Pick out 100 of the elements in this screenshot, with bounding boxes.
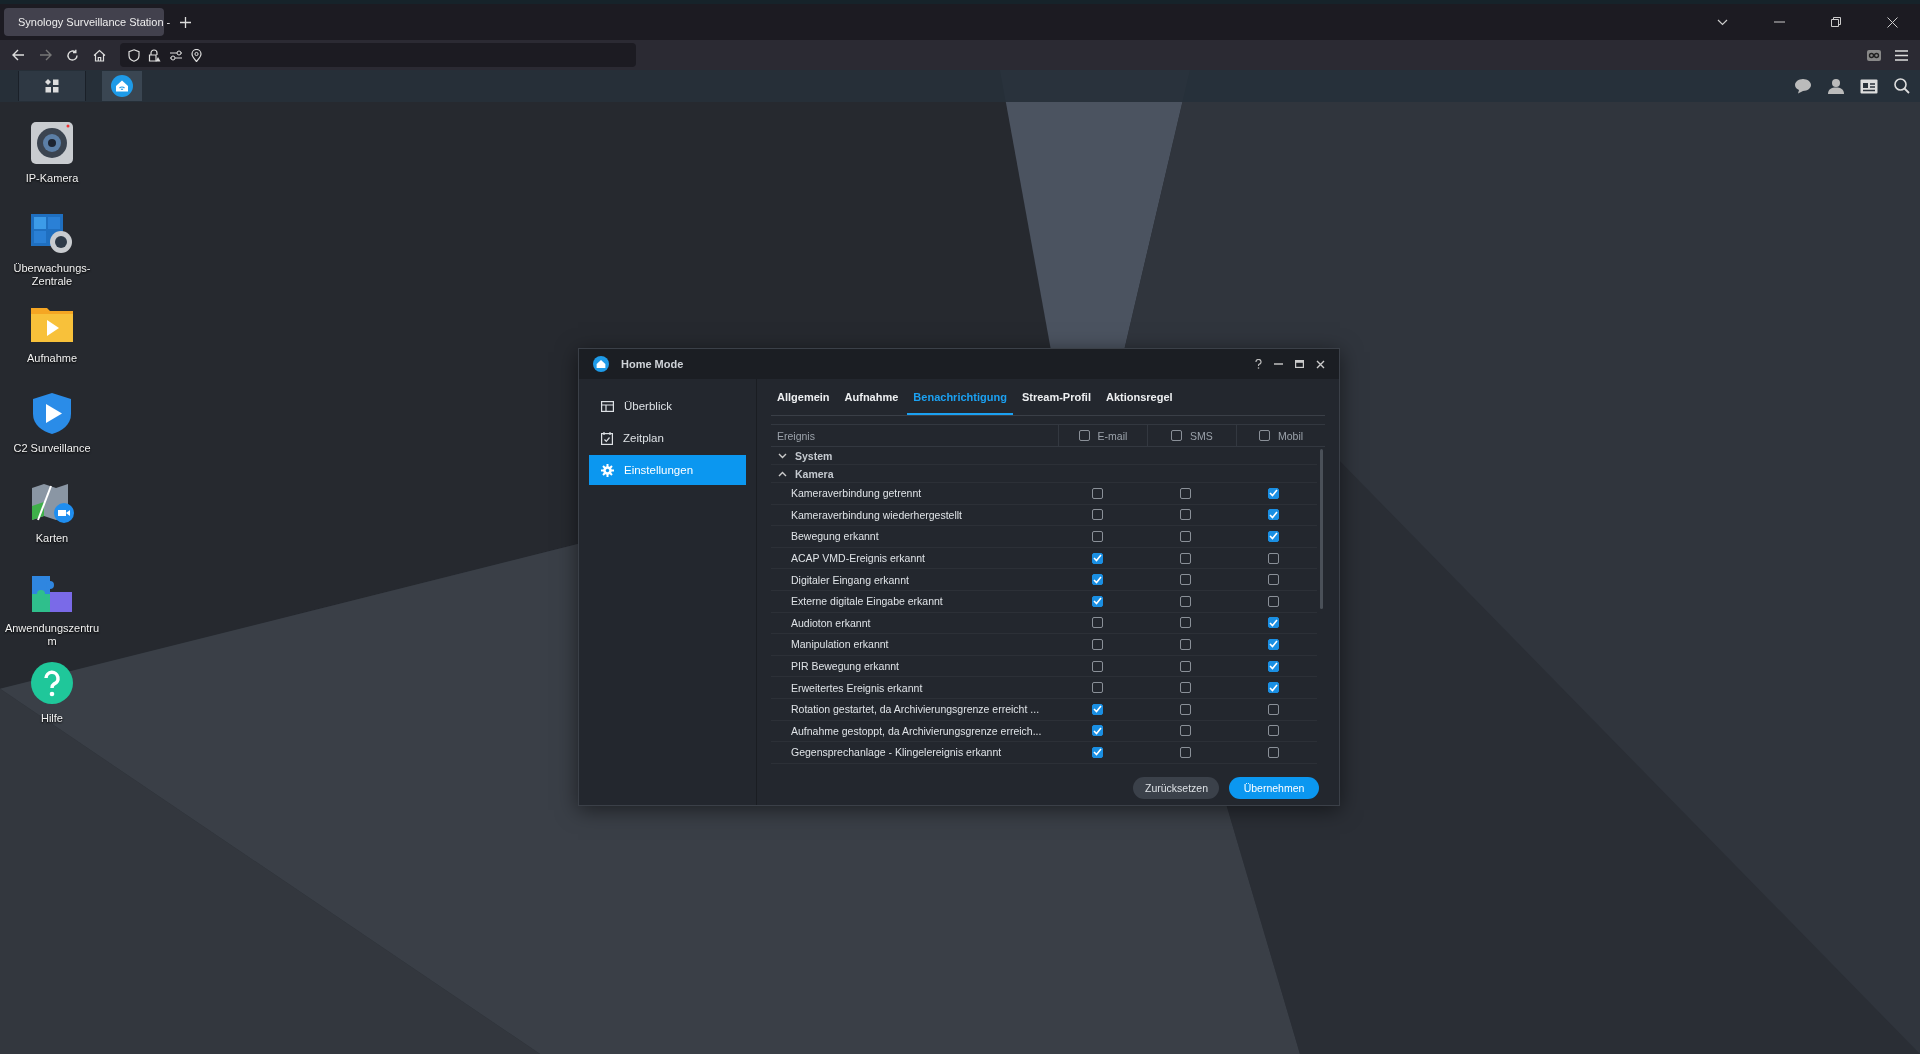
tab[interactable]: Aufnahme: [844, 391, 899, 415]
checkbox[interactable]: [1179, 487, 1191, 499]
event-label: Externe digitale Eingabe erkannt: [791, 595, 943, 608]
layout-icon: [601, 400, 614, 412]
app-label: Anwendungszentrum: [3, 622, 101, 648]
event-label: Bewegung erkannt: [791, 530, 879, 543]
checkbox[interactable]: [1179, 682, 1191, 694]
sidebar-item[interactable]: Überblick: [589, 391, 746, 421]
location-pin-icon: [191, 48, 202, 62]
forward-icon[interactable]: [39, 49, 52, 61]
checkbox[interactable]: [1179, 552, 1191, 564]
checkbox[interactable]: [1091, 595, 1103, 607]
checkbox[interactable]: [1091, 746, 1103, 758]
checkbox[interactable]: [1179, 703, 1191, 715]
app-label: Überwachungs-Zentrale: [12, 262, 92, 288]
new-tab-icon[interactable]: [180, 16, 191, 28]
checkbox[interactable]: [1267, 725, 1279, 737]
shield-icon: [128, 48, 140, 62]
event-label: Erweitertes Ereignis erkannt: [791, 681, 923, 694]
checkbox[interactable]: [1179, 574, 1191, 586]
group-label: System: [795, 449, 833, 462]
event-label: Gegensprechanlage - Klingelereignis erkannt: [791, 746, 1002, 759]
tab[interactable]: Stream-Profil: [1021, 391, 1091, 415]
event-label: Audioton erkannt: [791, 616, 871, 629]
home-icon: [111, 75, 133, 97]
extension-icon[interactable]: [1867, 49, 1881, 61]
checkbox[interactable]: [1091, 531, 1103, 542]
checkbox[interactable]: [1179, 617, 1191, 629]
checkbox[interactable]: [1171, 430, 1183, 441]
column-header: SMS: [1190, 429, 1213, 442]
checkbox[interactable]: [1179, 638, 1191, 650]
tab-title: Synology Surveillance Station -: [18, 16, 171, 28]
help-icon[interactable]: [1255, 359, 1262, 369]
checkbox[interactable]: [1091, 703, 1103, 715]
checkbox[interactable]: [1091, 682, 1103, 694]
widgets-icon[interactable]: [1860, 78, 1878, 94]
grid-icon: [45, 79, 59, 93]
event-label: PIR Bewegung erkannt: [791, 660, 899, 673]
menu-icon[interactable]: [1895, 49, 1908, 61]
chevron-down-icon[interactable]: [1717, 18, 1728, 26]
app-label: Karten: [34, 532, 70, 545]
checkbox[interactable]: [1091, 660, 1103, 672]
chat-icon[interactable]: [1794, 78, 1812, 94]
checkbox[interactable]: [1267, 487, 1279, 499]
checkbox[interactable]: [1179, 531, 1191, 542]
scrollbar-thumb[interactable]: [1319, 449, 1323, 609]
checkbox[interactable]: [1091, 552, 1103, 564]
close-icon[interactable]: [1316, 359, 1325, 369]
checkbox[interactable]: [1179, 595, 1191, 607]
checkbox[interactable]: [1091, 725, 1103, 737]
checkbox[interactable]: [1267, 682, 1279, 694]
sidebar-item[interactable]: Zeitplan: [589, 423, 746, 453]
home-icon[interactable]: [93, 48, 106, 62]
checkbox[interactable]: [1179, 660, 1191, 672]
user-icon[interactable]: [1828, 78, 1844, 94]
checkbox[interactable]: [1267, 703, 1279, 715]
restore-icon[interactable]: [1831, 17, 1841, 27]
checkbox[interactable]: [1091, 638, 1103, 650]
column-header: E-mail: [1097, 429, 1128, 442]
checkbox[interactable]: [1267, 638, 1279, 650]
checkbox[interactable]: [1267, 746, 1279, 758]
help-icon[interactable]: [29, 660, 75, 706]
reload-icon[interactable]: [66, 48, 79, 62]
tab[interactable]: Benachrichtigung: [907, 391, 1013, 415]
reset-button[interactable]: Zurücksetzen: [1133, 777, 1219, 799]
search-icon[interactable]: [1894, 78, 1910, 94]
event-label: Manipulation erkannt: [791, 638, 889, 651]
checkbox[interactable]: [1267, 552, 1279, 564]
back-icon[interactable]: [12, 49, 25, 61]
checkbox[interactable]: [1267, 660, 1279, 672]
checkbox[interactable]: [1179, 509, 1191, 521]
checkbox[interactable]: [1179, 725, 1191, 737]
tab[interactable]: Allgemein: [777, 391, 830, 415]
checkbox[interactable]: [1267, 574, 1279, 586]
checkbox[interactable]: [1267, 509, 1279, 521]
camera-icon[interactable]: [29, 120, 75, 166]
checkbox[interactable]: [1091, 487, 1103, 499]
event-label: Rotation gestartet, da Archivierungsgrenze erreicht ...: [791, 703, 1040, 716]
close-icon[interactable]: [1887, 16, 1898, 28]
maximize-icon[interactable]: [1295, 360, 1304, 368]
chevron-up-icon[interactable]: [778, 470, 787, 477]
checkbox[interactable]: [1267, 531, 1279, 542]
tab[interactable]: Aktionsregel: [1105, 391, 1173, 415]
checkbox[interactable]: [1078, 430, 1090, 441]
event-label: Digitaler Eingang erkannt: [791, 573, 909, 586]
checkbox[interactable]: [1267, 617, 1279, 629]
checkbox[interactable]: [1091, 574, 1103, 586]
checkbox[interactable]: [1267, 595, 1279, 607]
checkbox[interactable]: [1091, 509, 1103, 521]
checkbox[interactable]: [1091, 617, 1103, 629]
taskbar-button[interactable]: [18, 71, 86, 101]
checkbox[interactable]: [1258, 430, 1270, 441]
sliders-icon: [169, 49, 183, 61]
checkbox[interactable]: [1179, 746, 1191, 758]
taskbar-button[interactable]: [102, 71, 142, 101]
chevron-down-icon[interactable]: [778, 452, 787, 459]
group-label: Kamera: [795, 467, 834, 480]
app-label: Hilfe: [40, 712, 64, 725]
column-header: Mobil: [1277, 429, 1304, 442]
event-label: Kameraverbindung getrennt: [791, 487, 922, 500]
